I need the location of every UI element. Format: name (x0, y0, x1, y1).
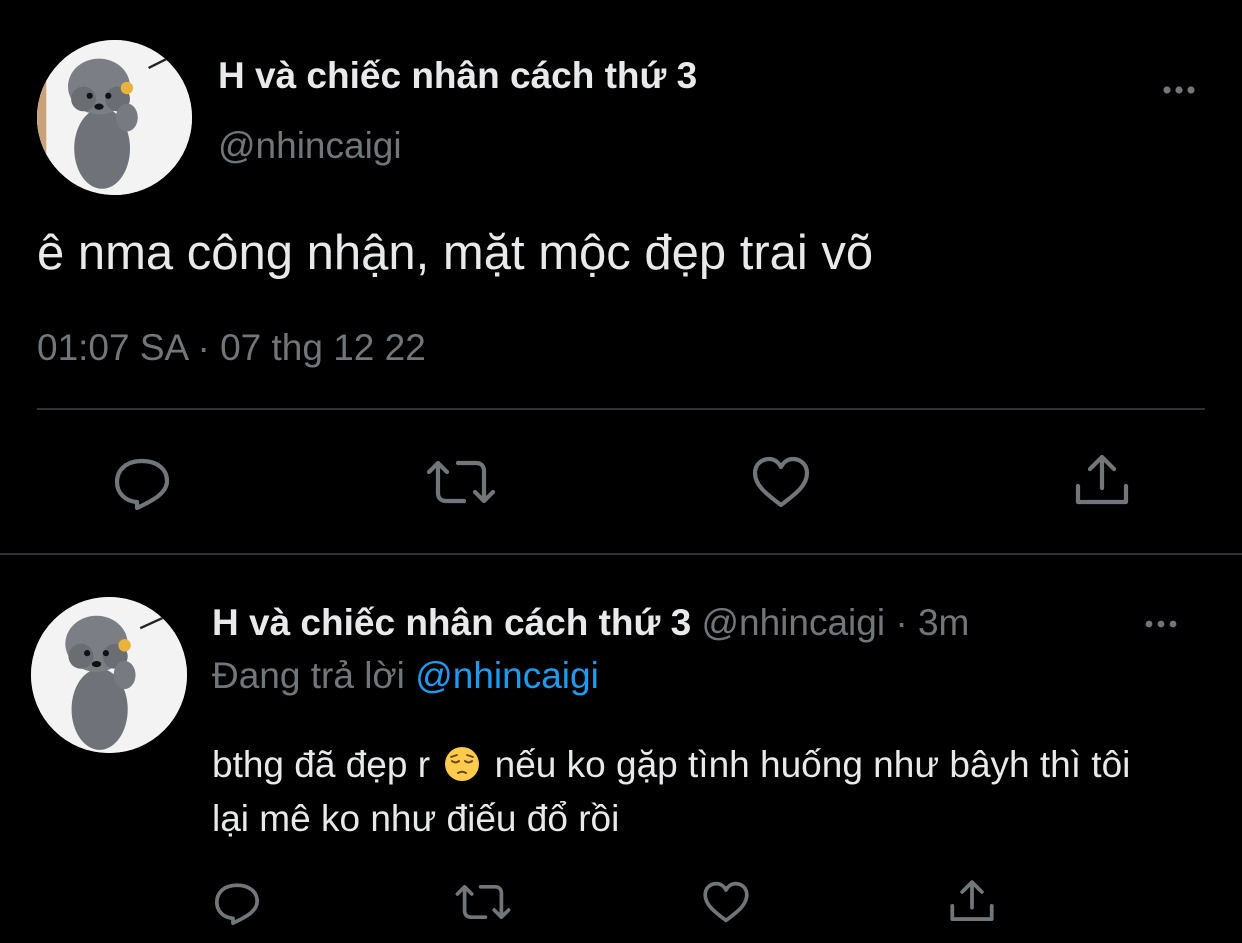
replying-to: Đang trả lời @nhincaigi (212, 655, 599, 697)
display-name[interactable]: H và chiếc nhân cách thứ 3 (212, 602, 691, 643)
reply-icon[interactable] (111, 455, 173, 511)
avatar[interactable] (31, 597, 187, 753)
share-icon[interactable] (1074, 452, 1130, 508)
display-name[interactable]: H và chiếc nhân cách thứ 3 (218, 55, 697, 97)
mention-link[interactable]: @nhincaigi (415, 655, 599, 696)
tweet-text: ê nma công nhận, mặt mộc đẹp trai võ (37, 226, 874, 280)
divider (37, 408, 1205, 410)
divider (0, 553, 1242, 555)
retweet-icon[interactable] (455, 882, 511, 922)
profile-photo (31, 597, 187, 753)
timestamp-separator: · (895, 602, 908, 643)
more-horizontal-icon[interactable] (1157, 70, 1201, 110)
retweet-icon[interactable] (426, 457, 496, 507)
more-horizontal-icon[interactable] (1140, 605, 1182, 643)
reply-header: H và chiếc nhân cách thứ 3 @nhincaigi · … (212, 602, 969, 644)
tweet-date: 07 thg 12 22 (220, 327, 426, 368)
replying-prefix: Đang trả lời (212, 655, 405, 696)
tweet-text-start: bthg đã đẹp r (212, 744, 431, 785)
timestamp-separator: · (197, 327, 210, 368)
tweet-timestamp[interactable]: 01:07 SA · 07 thg 12 22 (37, 327, 426, 369)
tweet-text: bthg đã đẹp r nếu ko gặp tình huống như … (212, 738, 1172, 846)
like-icon[interactable] (751, 455, 811, 509)
share-icon[interactable] (949, 878, 995, 924)
tweet-time: 01:07 SA (37, 327, 188, 368)
tweet-time[interactable]: 3m (918, 602, 969, 643)
profile-photo (37, 40, 192, 195)
user-handle[interactable]: @nhincaigi (218, 125, 402, 167)
pensive-face-icon (444, 746, 480, 782)
reply-icon[interactable] (212, 880, 262, 926)
user-handle[interactable]: @nhincaigi (701, 602, 885, 643)
like-icon[interactable] (702, 880, 750, 924)
avatar[interactable] (37, 40, 192, 195)
